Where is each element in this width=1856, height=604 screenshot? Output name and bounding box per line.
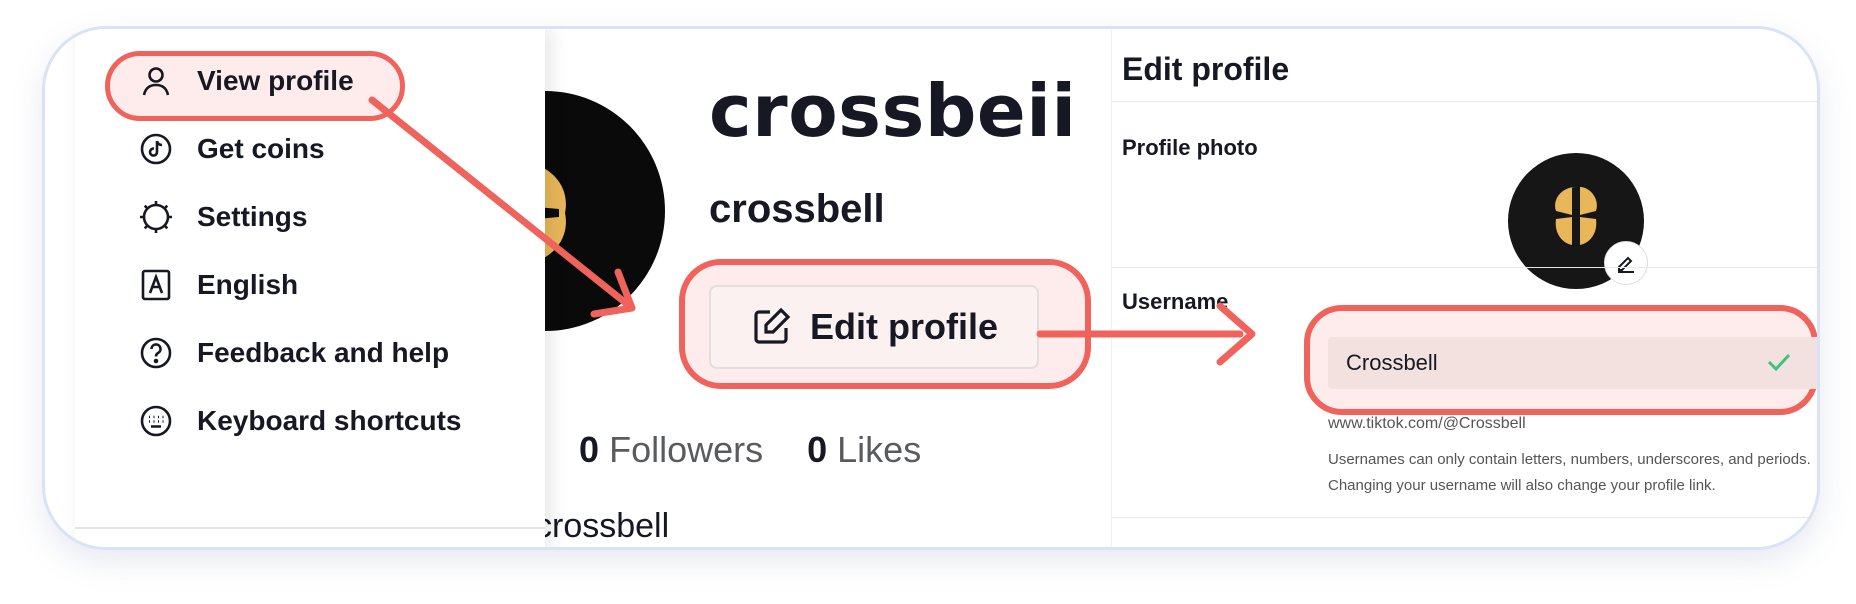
- divider: [1112, 267, 1817, 268]
- menu-item-label: Keyboard shortcuts: [197, 405, 462, 436]
- edit-icon: [754, 307, 791, 344]
- keyboard-icon: [137, 402, 175, 440]
- menu-item-view-profile[interactable]: View profile: [75, 49, 545, 113]
- person-icon: [137, 62, 175, 100]
- gear-icon: [137, 198, 175, 236]
- change-photo-button[interactable]: [1604, 241, 1648, 285]
- divider: [1112, 101, 1817, 102]
- profile-url: www.tiktok.com/@Crossbell: [1328, 415, 1526, 432]
- edit-profile-label: Edit profile: [810, 306, 998, 347]
- menu-item-settings[interactable]: Settings: [75, 185, 545, 249]
- stat-followers[interactable]: 0 Followers: [579, 429, 763, 471]
- profile-photo-label: Profile photo: [1122, 135, 1258, 160]
- username-input[interactable]: Crossbell: [1328, 337, 1817, 389]
- menu-item-feedback[interactable]: Feedback and help: [75, 321, 545, 385]
- edit-profile-button[interactable]: Edit profile: [709, 285, 1039, 369]
- menu-item-label: View profile: [197, 65, 354, 96]
- language-icon: [137, 266, 175, 304]
- menu-item-label: Feedback and help: [197, 337, 450, 368]
- menu-item-language[interactable]: English: [75, 253, 545, 317]
- username-hint: Usernames can only contain letters, numb…: [1328, 451, 1811, 494]
- menu-divider: [75, 527, 545, 529]
- edit-profile-panel: Edit profile Profile photo Username Cros…: [1111, 29, 1817, 547]
- username-label: Username: [1122, 289, 1229, 314]
- menu-item-keyboard-shortcuts[interactable]: Keyboard shortcuts: [75, 389, 545, 453]
- divider: [1112, 517, 1817, 518]
- menu-item-get-coins[interactable]: Get coins: [75, 117, 545, 181]
- check-icon: [1767, 353, 1791, 372]
- menu-item-label: Settings: [197, 201, 308, 232]
- stat-likes: 0 Likes: [807, 429, 922, 470]
- profile-stats: ng 0Followers 0Likes: [545, 429, 921, 471]
- avatar-logo-icon: [545, 168, 566, 258]
- profile-username: crossbell: [709, 187, 885, 231]
- menu-item-label: English: [197, 269, 299, 300]
- screenshot-frame: View profile Get coins Settings English: [42, 26, 1820, 550]
- help-icon: [137, 334, 175, 372]
- profile-menu: View profile Get coins Settings English: [75, 29, 545, 547]
- profile-avatar[interactable]: [545, 91, 665, 331]
- edit-panel-title: Edit profile: [1122, 51, 1290, 87]
- pencil-icon: [1618, 256, 1634, 273]
- profile-bio: crossbell: [545, 507, 670, 545]
- coin-icon: [137, 130, 175, 168]
- profile-display-name: crossbeii: [709, 69, 1077, 153]
- profile-header: crossbeii crossbell Edit profile ng 0Fol…: [545, 29, 1111, 547]
- avatar-logo-icon: [1555, 187, 1597, 245]
- menu-item-label: Get coins: [197, 133, 325, 164]
- username-value: Crossbell: [1346, 350, 1438, 375]
